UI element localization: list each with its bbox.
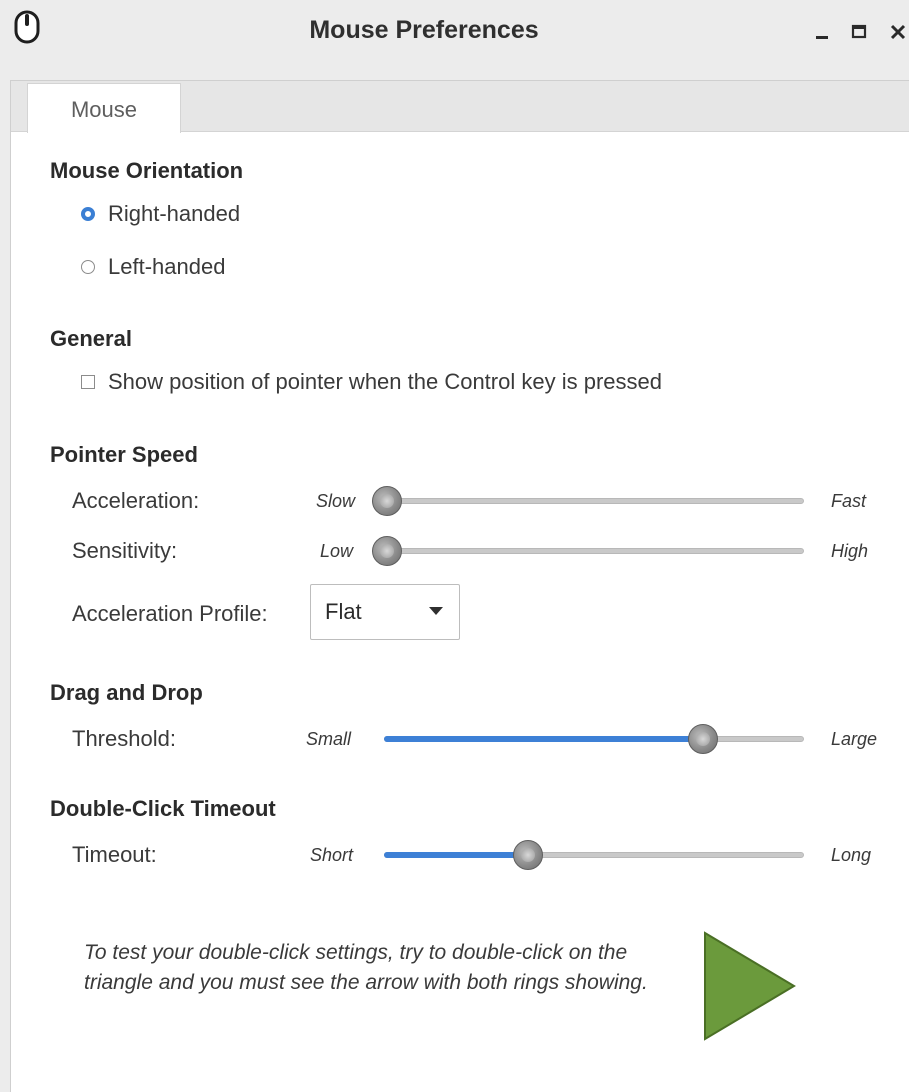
tab-strip: Mouse xyxy=(11,81,909,133)
sensitivity-slider[interactable] xyxy=(372,536,804,566)
minimize-icon[interactable] xyxy=(810,18,838,46)
threshold-label: Threshold: xyxy=(72,726,176,751)
acceleration-slider[interactable] xyxy=(372,486,804,516)
section-title-drag-drop: Drag and Drop xyxy=(50,680,203,705)
acceleration-label: Acceleration: xyxy=(72,488,200,513)
threshold-max-label: Large xyxy=(831,729,878,749)
close-icon[interactable] xyxy=(884,18,909,46)
section-title-double-click: Double-Click Timeout xyxy=(50,796,276,821)
chevron-down-icon xyxy=(429,607,443,615)
radio-label-right-handed[interactable]: Right-handed xyxy=(108,201,240,227)
slider-knob[interactable] xyxy=(512,840,543,870)
section-title-orientation: Mouse Orientation xyxy=(50,158,244,183)
section-title-general: General xyxy=(50,326,132,351)
title-bar: Mouse Preferences xyxy=(0,0,909,64)
timeout-max-label: Long xyxy=(831,845,872,865)
show-pointer-checkbox[interactable] xyxy=(81,375,95,389)
slider-track xyxy=(372,548,804,554)
radio-label-left-handed[interactable]: Left-handed xyxy=(108,254,225,280)
tab-mouse[interactable]: Mouse xyxy=(27,83,181,133)
threshold-min-label: Small xyxy=(306,729,352,749)
timeout-label: Timeout: xyxy=(72,842,157,867)
slider-knob[interactable] xyxy=(372,486,402,516)
acceleration-profile-value: Flat xyxy=(325,599,362,624)
maximize-icon[interactable] xyxy=(846,18,874,46)
radio-right-handed[interactable] xyxy=(81,207,95,221)
timeout-slider[interactable] xyxy=(384,840,804,870)
double-click-test-triangle-icon[interactable] xyxy=(702,930,797,1042)
sensitivity-max-label: High xyxy=(831,541,869,561)
radio-left-handed[interactable] xyxy=(81,260,95,274)
double-click-hint: To test your double-click settings, try … xyxy=(84,941,648,994)
window-title: Mouse Preferences xyxy=(309,16,539,44)
slider-track xyxy=(372,498,804,504)
section-title-pointer-speed: Pointer Speed xyxy=(50,442,198,467)
acceleration-min-label: Slow xyxy=(316,491,356,511)
threshold-slider[interactable] xyxy=(384,724,804,754)
sensitivity-min-label: Low xyxy=(320,541,354,561)
acceleration-max-label: Fast xyxy=(831,491,867,511)
slider-fill xyxy=(384,852,528,858)
show-pointer-label[interactable]: Show position of pointer when the Contro… xyxy=(108,369,662,395)
sensitivity-label: Sensitivity: xyxy=(72,538,178,563)
slider-fill xyxy=(384,736,704,742)
slider-knob[interactable] xyxy=(688,724,719,754)
slider-knob[interactable] xyxy=(372,536,402,566)
mouse-preferences-window: Mouse Preferences Mouse Mouse Orientatio… xyxy=(0,0,909,1092)
acceleration-profile-label: Acceleration Profile: xyxy=(72,601,268,626)
acceleration-profile-select[interactable]: Flat xyxy=(310,584,460,640)
timeout-min-label: Short xyxy=(310,845,354,865)
